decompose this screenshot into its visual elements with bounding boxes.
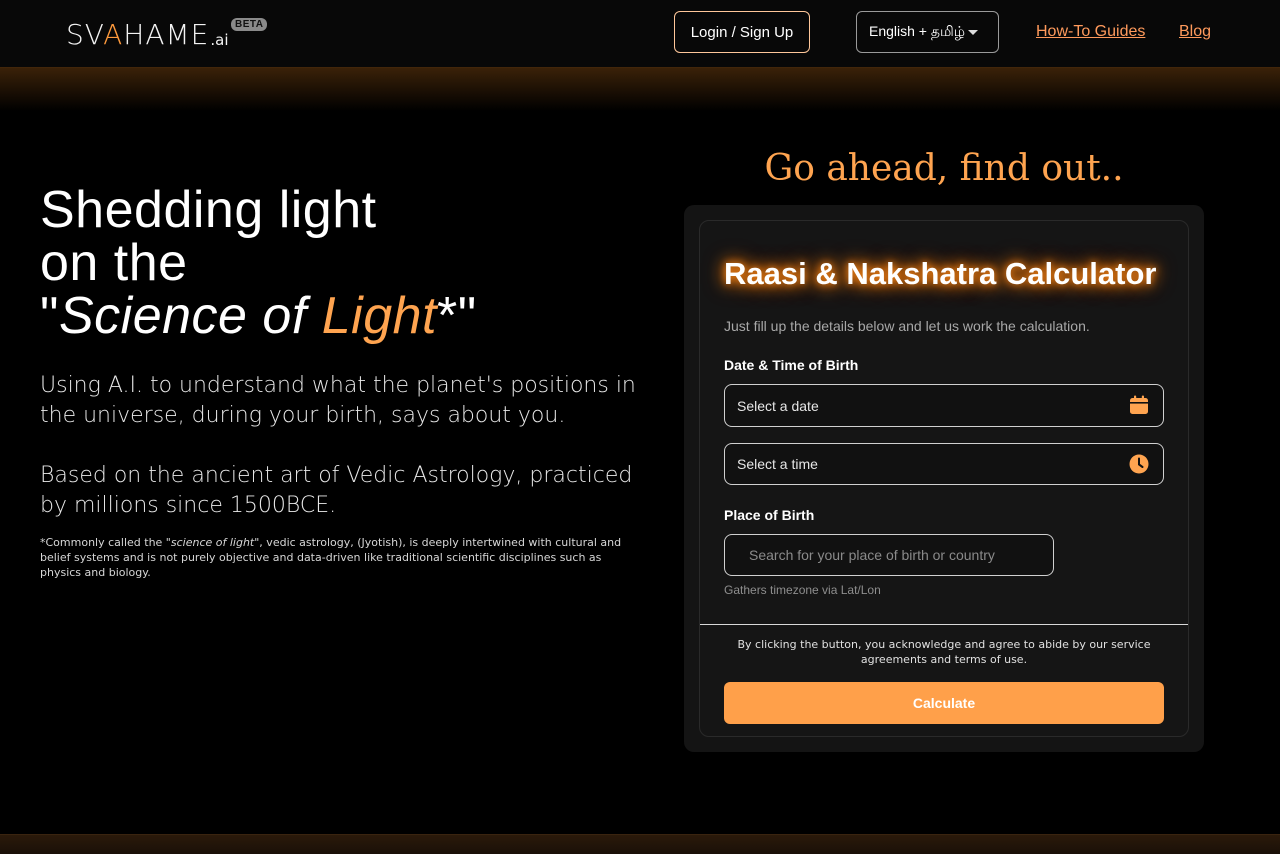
- flame-icon: A: [103, 18, 124, 51]
- date-placeholder: Select a date: [737, 397, 819, 414]
- hero-title: Shedding light on the "Science of Light*…: [40, 181, 477, 345]
- calculate-button[interactable]: Calculate: [724, 682, 1164, 724]
- place-label: Place of Birth: [724, 507, 815, 523]
- form-divider: [700, 624, 1188, 625]
- calendar-icon[interactable]: [1129, 395, 1149, 415]
- hero-vedic-note: Based on the ancient art of Vedic Astrol…: [40, 463, 633, 518]
- beta-badge: BETA: [231, 18, 268, 31]
- svahame-logo[interactable]: SVAHAME .ai: [66, 16, 229, 50]
- footer-band: [0, 834, 1280, 854]
- logo-wordmark: SVAHAME: [66, 18, 210, 51]
- place-search-input[interactable]: [724, 534, 1054, 576]
- chevron-down-icon: [968, 30, 978, 35]
- consent-text: By clicking the button, you acknowledge …: [737, 638, 1151, 666]
- time-input[interactable]: Select a time: [724, 443, 1164, 485]
- hero-description: Using A.I. to understand what the planet…: [40, 373, 636, 428]
- calculator-heading: Go ahead, find out..: [764, 148, 1124, 189]
- nav-link-how-to-guides[interactable]: How-To Guides: [1036, 23, 1145, 41]
- time-placeholder: Select a time: [737, 456, 818, 472]
- hero-footnote: *Commonly called the "science of light",…: [40, 536, 622, 579]
- logo-suffix: .ai: [210, 31, 229, 49]
- place-hint: Gathers timezone via Lat/Lon: [724, 583, 881, 597]
- header-glow: [0, 67, 1280, 111]
- dob-label: Date & Time of Birth: [724, 357, 859, 373]
- calculator-title: Raasi & Nakshatra Calculator: [724, 256, 1157, 291]
- language-value: English + தமிழ்: [869, 22, 966, 39]
- language-select[interactable]: English + தமிழ்: [856, 11, 999, 53]
- login-signup-button[interactable]: Login / Sign Up: [674, 11, 810, 53]
- nav-link-blog[interactable]: Blog: [1179, 23, 1211, 41]
- date-input[interactable]: Select a date: [724, 384, 1164, 427]
- calculator-subtitle: Just fill up the details below and let u…: [724, 318, 1090, 334]
- clock-icon[interactable]: [1129, 454, 1149, 474]
